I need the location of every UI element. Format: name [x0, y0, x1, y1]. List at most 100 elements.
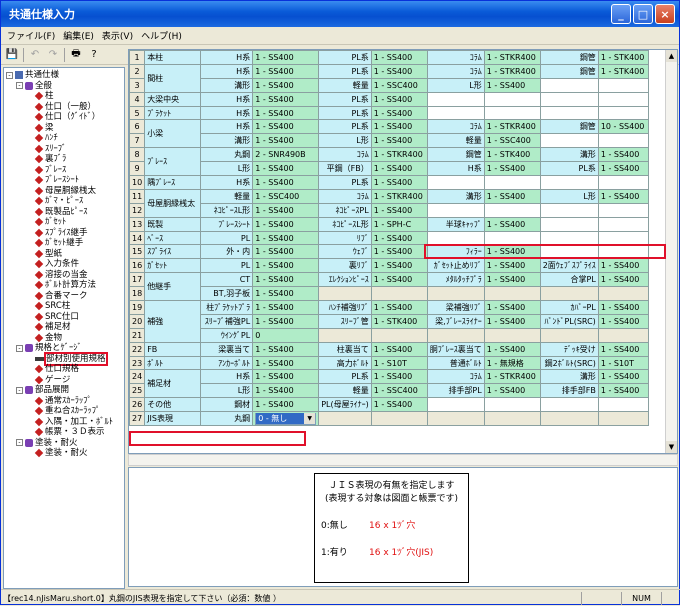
tree-node[interactable]: ｽﾌﾟﾗｲｽ継手 [6, 228, 124, 239]
tree-node[interactable]: 入力条件 [6, 259, 124, 270]
tree-node[interactable]: - 規格とｹﾞｰｼﾞ [6, 343, 124, 354]
scroll-up-icon[interactable]: ▲ [666, 50, 677, 62]
field-value[interactable]: 1 - SS400 [252, 77, 320, 93]
field-value[interactable]: 1 - SS400 [252, 258, 320, 274]
field-value[interactable]: 1 - SS400 [370, 258, 428, 274]
row-number[interactable]: 15 [129, 244, 146, 260]
row-number[interactable]: 12 [129, 202, 146, 218]
field-value[interactable]: 1 - SS400 [370, 202, 428, 218]
menu-help[interactable]: ヘルプ(H) [137, 29, 186, 42]
settings-tree[interactable]: - 共通仕様 - 全般柱仕口（一般） 仕口（ｸﾞｲﾄﾞ）梁ﾊﾝﾁ ｽﾘｰﾌﾞ 裏ﾌﾞﾗ ﾌﾞﾚ… [3, 67, 125, 589]
field-value[interactable]: 1 - SSC400 [252, 188, 320, 204]
row-number[interactable]: 24 [129, 369, 146, 385]
field-value[interactable]: 1 - SS400 [370, 133, 428, 149]
field-value[interactable]: 1 - SS400 [252, 91, 320, 107]
tree-node[interactable]: ｶﾞｾｯﾄ継手 [6, 238, 124, 249]
field-value[interactable]: 1 - SS400 [370, 91, 428, 107]
field-value[interactable]: 1 - SS400 [252, 119, 320, 135]
row-number[interactable]: 13 [129, 216, 146, 232]
field-value[interactable]: 1 - SS400 [370, 244, 428, 260]
field-value[interactable]: 1 - SS400 [483, 216, 541, 232]
field-value[interactable]: 1 - SS400 [370, 341, 428, 357]
field-value[interactable]: 1 - SS400 [370, 230, 428, 246]
field-value[interactable]: 1 - SS400 [483, 188, 541, 204]
row-number[interactable]: 27 [129, 411, 146, 427]
tree-node[interactable]: 柱 [6, 91, 124, 102]
row-number[interactable]: 22 [129, 341, 146, 357]
tree-node[interactable]: 既製品ﾋﾟｰｽ [6, 207, 124, 218]
row-number[interactable]: 21 [129, 327, 146, 343]
row-number[interactable]: 4 [129, 91, 146, 107]
tree-node[interactable]: 部材別使用規格 [6, 351, 124, 366]
field-value[interactable]: 1 - SS400 [597, 369, 649, 385]
tree-node[interactable]: 補足材 [6, 322, 124, 333]
tree-node[interactable]: ｽﾘｰﾌﾞ [6, 144, 124, 155]
row-number[interactable]: 14 [129, 230, 146, 246]
field-value[interactable]: 1 - SS400 [252, 244, 320, 260]
row-number[interactable]: 20 [129, 313, 146, 329]
collapse-icon[interactable]: - [16, 386, 23, 394]
field-value[interactable]: 1 - SS400 [370, 119, 428, 135]
tree-node[interactable]: 通常ｽｶｰﾗｯﾌﾟ [6, 396, 124, 407]
tree-node[interactable]: - 共通仕様 [6, 70, 124, 81]
row-number[interactable]: 7 [129, 133, 146, 149]
tree-node[interactable]: ﾎﾞﾙﾄ計算方法 [6, 280, 124, 291]
field-value[interactable]: 1 - SS400 [252, 300, 320, 315]
row-number[interactable]: 11 [129, 188, 146, 204]
field-value[interactable]: 1 - SS400 [597, 188, 649, 204]
field-value[interactable]: 1 - SS400 [483, 77, 541, 93]
field-value[interactable]: 1 - SS400 [483, 383, 541, 399]
field-value[interactable]: 1 - SS400 [597, 313, 649, 329]
field-value[interactable]: 1 - SS400 [483, 341, 541, 357]
field-value[interactable]: 1 - SS400 [483, 300, 541, 315]
field-value[interactable]: 1 - STK400 [597, 50, 649, 65]
field-value[interactable]: 1 - SS400 [370, 397, 428, 413]
field-value[interactable]: 1 - SS400 [597, 300, 649, 315]
row-number[interactable]: 26 [129, 397, 146, 413]
field-value[interactable]: 1 - SS400 [252, 272, 320, 288]
field-value[interactable]: 0 [252, 327, 320, 343]
field-value[interactable]: 1 - SS400 [483, 161, 541, 177]
row-number[interactable]: 8 [129, 147, 146, 163]
maximize-button[interactable]: □ [633, 4, 653, 24]
field-value[interactable]: 1 - SS400 [370, 63, 428, 79]
collapse-icon[interactable]: - [16, 82, 23, 90]
tree-node[interactable]: SRC仕口 [6, 312, 124, 323]
field-value[interactable]: 1 - SS400 [252, 230, 320, 246]
field-value[interactable]: 1 - SS400 [252, 216, 320, 232]
field-value[interactable]: 1 - SS400 [597, 258, 649, 274]
tree-node[interactable]: ｶﾞﾏ・ﾋﾟｰｽ [6, 196, 124, 207]
combo-value[interactable]: 0 - 無し [256, 413, 305, 425]
field-value[interactable]: 1 - STKR400 [483, 119, 541, 135]
tree-node[interactable]: 裏ﾌﾞﾗ [6, 154, 124, 165]
row-number[interactable]: 9 [129, 161, 146, 177]
tree-node[interactable]: ﾊﾝﾁ [6, 133, 124, 144]
tree-node[interactable]: 合番マーク [6, 291, 124, 302]
tree-node[interactable]: - 塗装・耐火 [6, 438, 124, 449]
minimize-button[interactable]: _ [611, 4, 631, 24]
field-value[interactable]: 10 - SS400 [597, 119, 649, 135]
field-value[interactable]: 1 - SS400 [252, 202, 320, 218]
field-value[interactable]: 1 - SS400 [370, 175, 428, 190]
field-value[interactable]: 1 - SS400 [252, 50, 320, 65]
tree-node[interactable]: 仕口規格 [6, 364, 124, 375]
field-value[interactable]: 0 - 無し ▼ [252, 411, 320, 427]
row-number[interactable]: 18 [129, 286, 146, 302]
tree-node[interactable]: - 部品展開 [6, 385, 124, 396]
field-value[interactable]: 1 - S10T [597, 355, 649, 371]
field-value[interactable]: 1 - SS400 [252, 63, 320, 79]
row-number[interactable]: 2 [129, 63, 146, 79]
jis-combo[interactable]: 0 - 無し ▼ [255, 412, 317, 425]
save-icon[interactable]: 💾 [5, 48, 19, 62]
field-value[interactable]: 1 - SS400 [370, 105, 428, 121]
print-icon[interactable]: 🖶 [69, 48, 83, 62]
collapse-icon[interactable]: - [16, 344, 23, 352]
tree-node[interactable]: ゲージ [6, 375, 124, 386]
row-number[interactable]: 19 [129, 300, 146, 315]
tree-node[interactable]: ｶﾞｾｯﾄ [6, 217, 124, 228]
field-value[interactable]: 1 - SPH-C [370, 216, 428, 232]
row-number[interactable]: 1 [129, 50, 146, 65]
field-value[interactable]: 1 - SS400 [252, 397, 320, 413]
menu-edit[interactable]: 編集(E) [59, 29, 98, 42]
row-number[interactable]: 16 [129, 258, 146, 274]
